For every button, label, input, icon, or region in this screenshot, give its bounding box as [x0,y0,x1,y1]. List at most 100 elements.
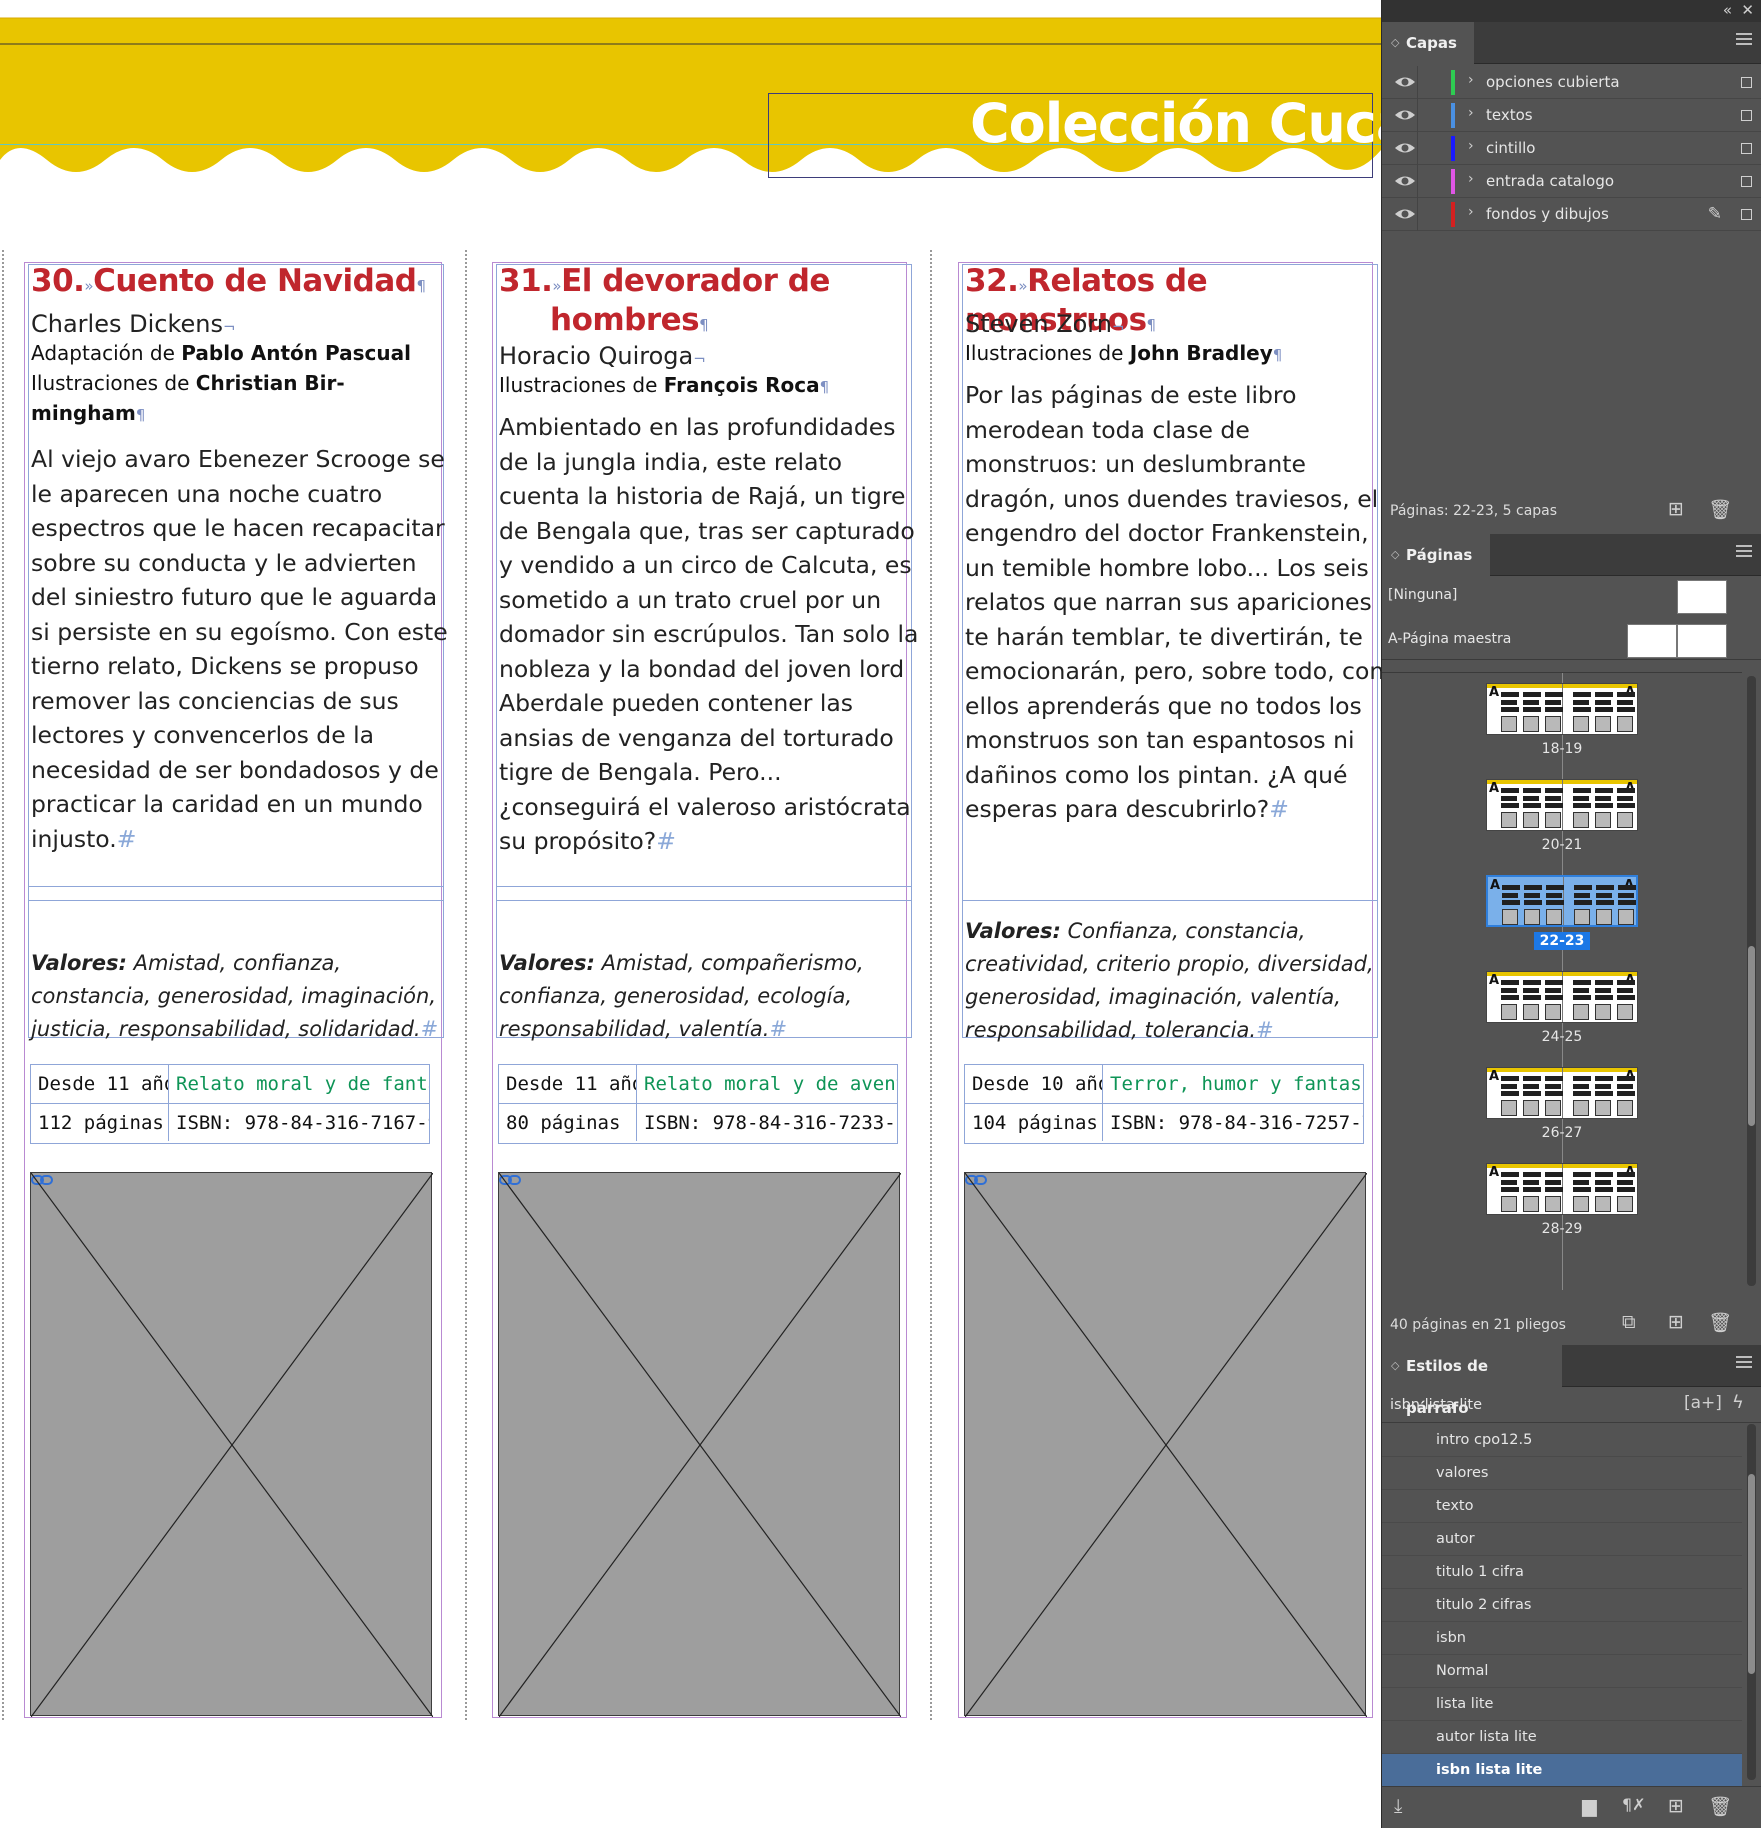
paragraph-style-item[interactable]: isbn lista lite [1382,1754,1742,1787]
layer-target-square[interactable] [1741,143,1752,154]
tab-layers[interactable]: ◇ Capas [1382,22,1474,64]
paragraph-style-item[interactable]: lista lite [1382,1688,1742,1721]
eye-icon[interactable] [1394,206,1416,222]
paragraph-style-item[interactable]: titulo 1 cifra [1382,1556,1742,1589]
paragraph-style-item[interactable]: intro cpo12.5 [1382,1424,1742,1457]
styles-scrollbar[interactable] [1747,1424,1756,1780]
paragraph-style-item[interactable]: Normal [1382,1655,1742,1688]
collection-title: Colección Cucaña# [970,92,1381,155]
book-info-table: Desde 10 años Terror, humor y fantasía 1… [964,1064,1364,1144]
layer-row[interactable]: › fondos y dibujos ✎ [1382,198,1761,231]
chevron-right-icon[interactable]: › [1468,138,1474,154]
layers-tab-bar: ◇ Capas [1382,22,1761,64]
isbn-cell: ISBN: 978-84-316-7257-7 [1110,1112,1363,1134]
page-spread-label[interactable]: 26-27 [1486,1125,1638,1141]
catalog-entry[interactable]: 30.»Cuento de Navidad¶ Charles Dickens¬ … [28,264,448,1718]
page-spread-thumb[interactable]: AA [1486,779,1638,831]
eye-icon[interactable] [1394,74,1416,90]
layer-target-square[interactable] [1741,110,1752,121]
folder-icon[interactable]: ▆ [1582,1795,1597,1817]
chevron-right-icon[interactable]: › [1468,105,1474,121]
master-a-row[interactable]: A-Página maestra [1382,620,1761,660]
layer-name: fondos y dibujos [1486,205,1609,223]
layer-row[interactable]: › textos [1382,99,1761,132]
eye-icon[interactable] [1394,107,1416,123]
frame-divider [28,900,444,901]
page-spread-thumb[interactable]: AA [1486,683,1638,735]
master-thumb[interactable] [1677,624,1727,658]
chevron-right-icon[interactable]: › [1468,72,1474,88]
layer-row[interactable]: › entrada catalogo [1382,165,1761,198]
paragraph-style-item[interactable]: isbn [1382,1622,1742,1655]
page-spread-thumb[interactable]: AA [1486,1067,1638,1119]
layers-panel-menu-icon[interactable] [1736,33,1752,47]
catalog-entry[interactable]: 32.»Relatos de monstruos¶ Steven Zorn¬ I… [962,264,1381,1718]
new-page-icon[interactable]: ⊞ [1668,1311,1684,1333]
age-cell: Desde 10 años [965,1065,1103,1103]
paragraph-style-item[interactable]: texto [1382,1490,1742,1523]
pages-panel-menu-icon[interactable] [1736,545,1752,559]
catalog-entry[interactable]: 31.»El devorador de hombres¶ Horacio Quir… [496,264,918,1718]
master-thumb[interactable] [1677,580,1727,614]
page-spread-label[interactable]: 20-21 [1486,837,1638,853]
new-style-icon[interactable]: ⊞ [1668,1795,1684,1817]
trash-icon[interactable]: 🗑 [1708,1795,1732,1818]
image-placeholder-frame[interactable] [30,1172,433,1717]
pages-scrollbar[interactable] [1747,676,1756,1286]
layer-color-swatch [1451,202,1455,227]
layer-target-square[interactable] [1741,77,1752,88]
collapse-dock-icon[interactable]: « [1723,1,1732,19]
document-canvas[interactable]: Colección Cucaña# 30.»Cuento de Navidad¶… [0,0,1381,1828]
book-info-table: Desde 11 años Relato moral y de aventura… [498,1064,898,1144]
layer-target-square[interactable] [1741,209,1752,220]
master-letter: A [1489,1165,1500,1180]
pages-thumbnails[interactable]: AA 18-19 AA 20-21 AA 22-23 AA 24-25 AA 26-27 AA 28-… [1382,672,1742,1290]
page-spread-label[interactable]: 22-23 [1486,932,1638,950]
paragraph-style-item[interactable]: titulo 2 cifras [1382,1589,1742,1622]
page-spread-label[interactable]: 18-19 [1486,741,1638,757]
page-spread-thumb[interactable]: AA [1486,1163,1638,1215]
layers-status: Páginas: 22-23, 5 capas [1390,503,1558,519]
paragraph-style-item[interactable]: autor [1382,1523,1742,1556]
image-placeholder-frame[interactable] [964,1172,1367,1717]
tab-paragraph-styles[interactable]: ◇ Estilos de párrafo [1382,1345,1562,1417]
layer-color-swatch [1451,103,1455,128]
master-thumb[interactable] [1627,624,1677,658]
layer-name: opciones cubierta [1486,73,1620,91]
image-placeholder-frame[interactable] [498,1172,901,1717]
create-style-icon[interactable]: [a+] [1684,1393,1722,1413]
styles-tab-bar: ◇ Estilos de párrafo [1382,1345,1761,1417]
layer-name: entrada catalogo [1486,172,1615,190]
clear-overrides-icon[interactable]: ¶✗ [1622,1795,1646,1814]
page-spread-label[interactable]: 28-29 [1486,1221,1638,1237]
trash-icon[interactable]: 🗑 [1708,498,1732,521]
lightning-icon[interactable]: ϟ [1732,1392,1744,1413]
dock-titlebar: « ✕ [1382,0,1761,22]
paragraph-style-item[interactable]: valores [1382,1457,1742,1490]
load-styles-icon[interactable]: ⤓ [1394,1795,1402,1817]
edit-page-size-icon[interactable]: ⧉ [1622,1311,1636,1333]
paragraph-style-item[interactable]: autor lista lite [1382,1721,1742,1754]
master-none-row[interactable]: [Ninguna] [1382,576,1761,616]
pages-tab-bar: ◇ Páginas [1382,534,1761,576]
chevron-right-icon[interactable]: › [1468,204,1474,220]
page-spread-label[interactable]: 24-25 [1486,1029,1638,1045]
frame-divider [496,886,912,887]
layer-row[interactable]: › cintillo [1382,132,1761,165]
book-values: Valores: Amistad, compañerismo, confianz… [499,951,864,1041]
eye-icon[interactable] [1394,173,1416,189]
frame-divider [962,900,1378,901]
styles-panel-menu-icon[interactable] [1736,1356,1752,1370]
close-icon[interactable]: ✕ [1741,1,1754,19]
new-layer-icon[interactable]: ⊞ [1668,498,1684,520]
tab-pages[interactable]: ◇ Páginas [1382,534,1490,576]
trash-icon[interactable]: 🗑 [1708,1311,1732,1334]
page-spread-thumb[interactable]: AA [1486,971,1638,1023]
book-values: Valores: Confianza, constancia, creativi… [965,919,1374,1042]
layer-row[interactable]: › opciones cubierta [1382,66,1761,99]
eye-icon[interactable] [1394,140,1416,156]
chevron-right-icon[interactable]: › [1468,171,1474,187]
book-credits: Adaptación de Pablo Antón Pascual Ilustra… [31,341,411,425]
page-spread-thumb[interactable]: AA [1486,875,1638,927]
layer-target-square[interactable] [1741,176,1752,187]
